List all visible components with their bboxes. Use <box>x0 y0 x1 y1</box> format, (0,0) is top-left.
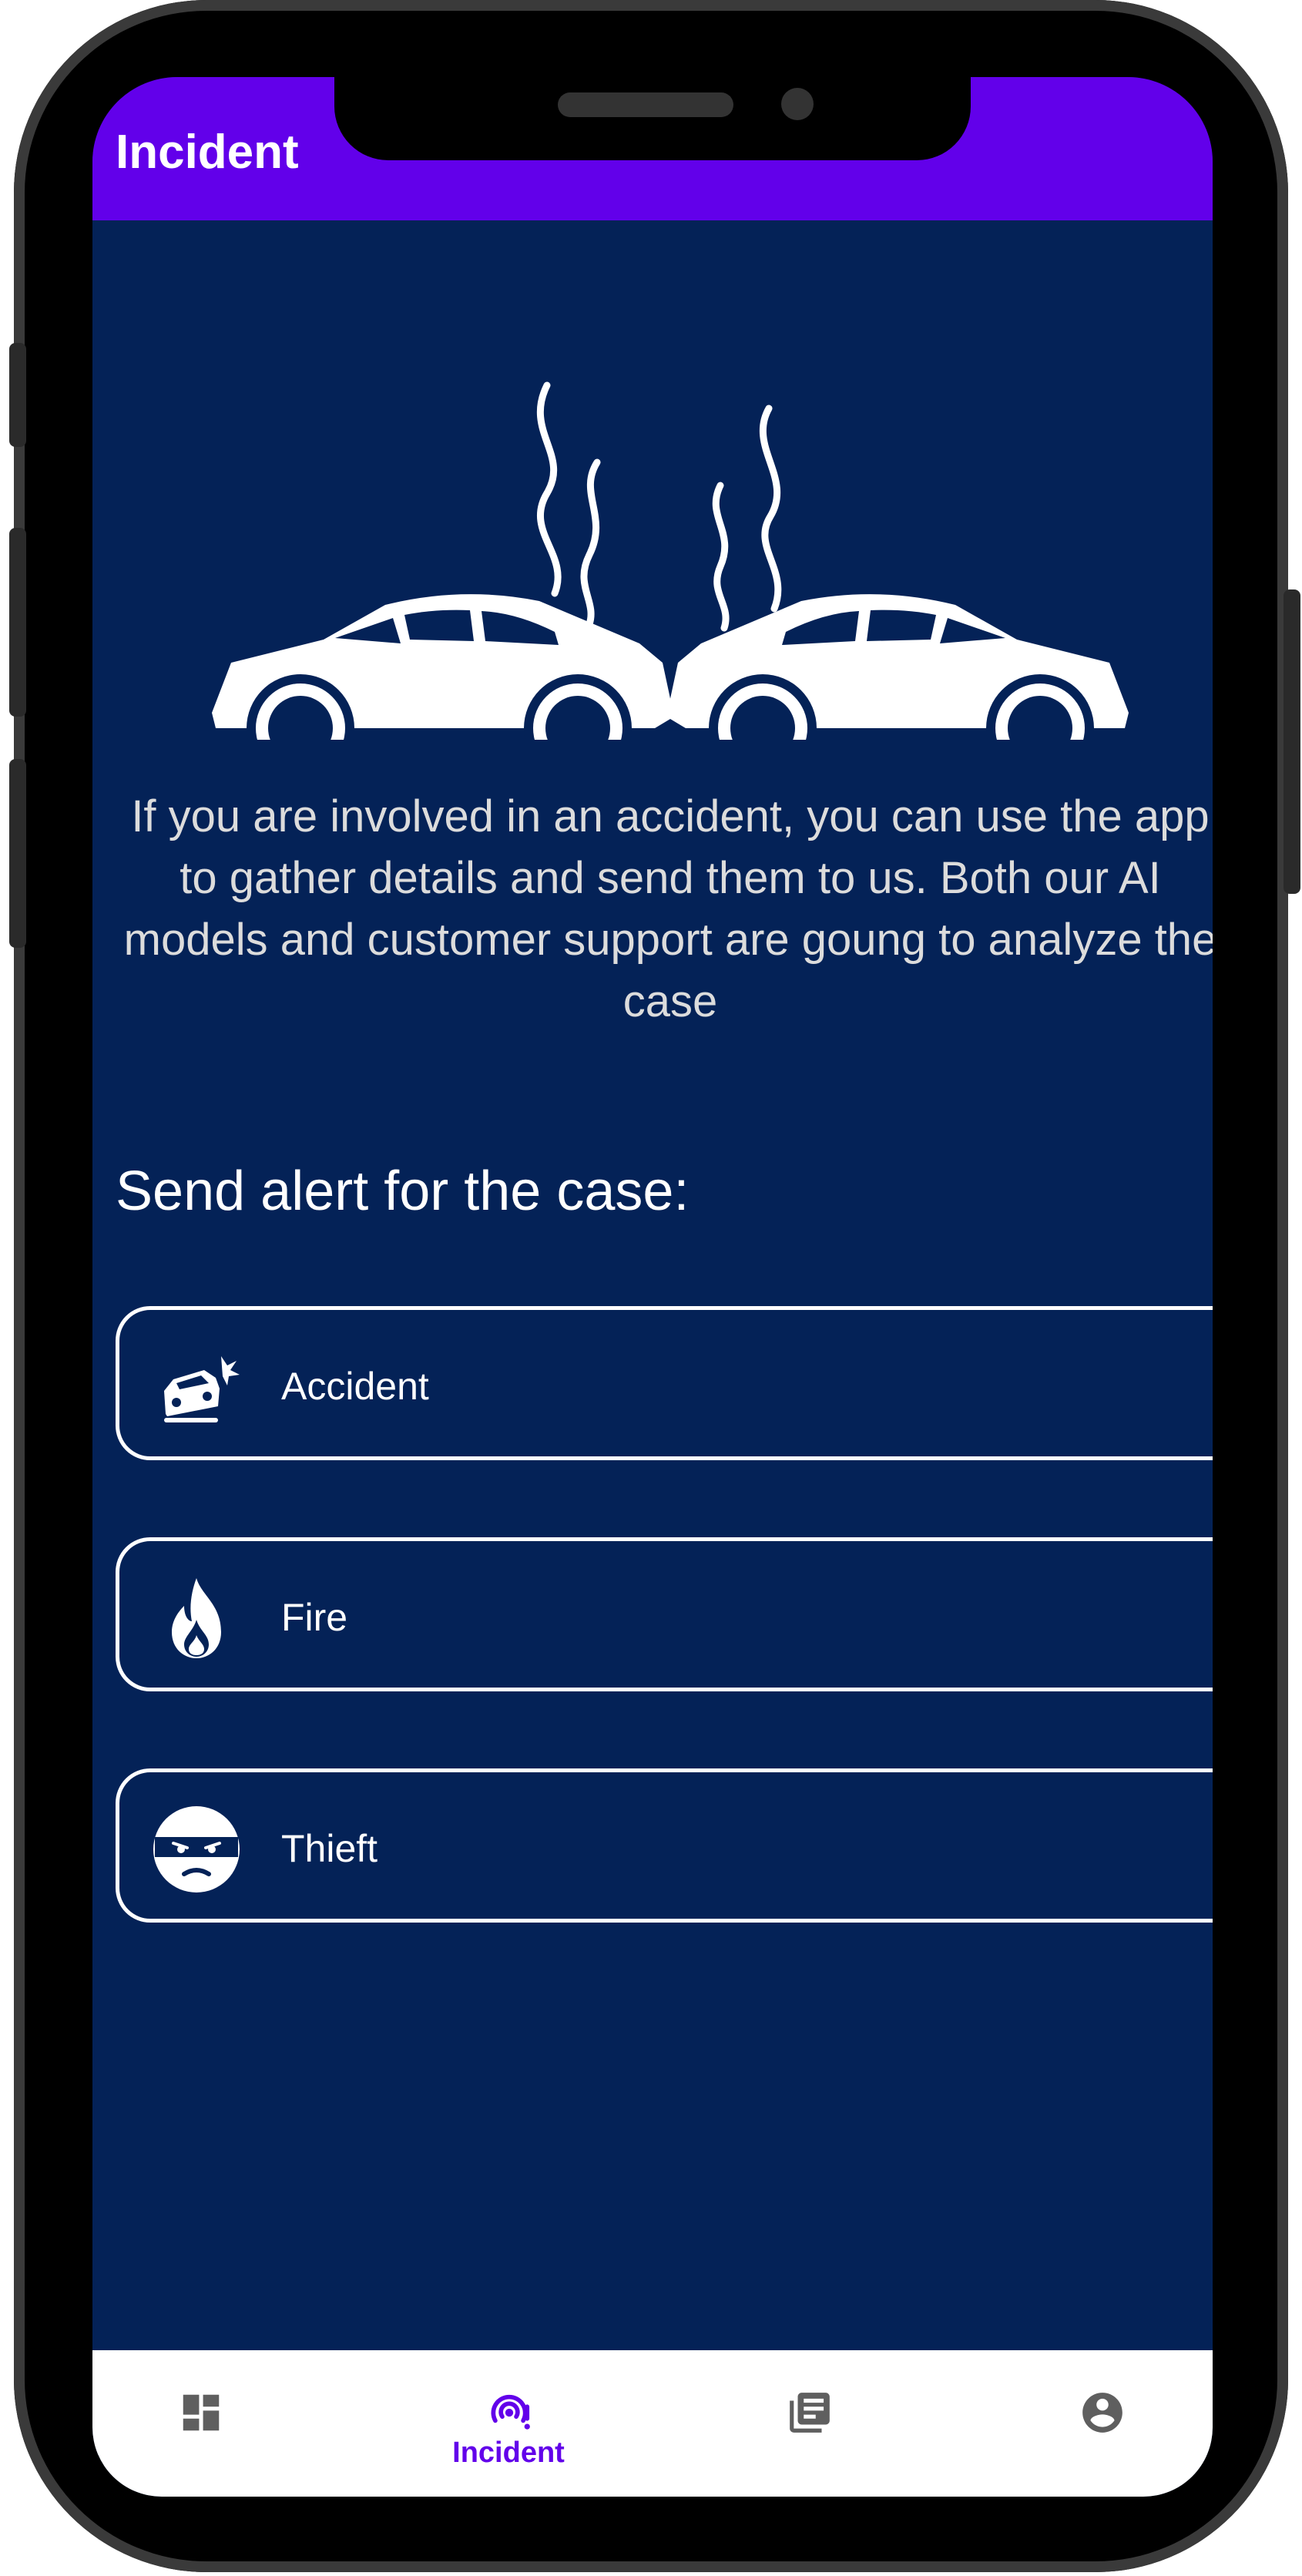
bottom-navigation: Incident <box>92 2350 1213 2497</box>
library-books-icon <box>790 2393 830 2433</box>
car-crash-icon <box>164 1356 240 1422</box>
nav-label-incident: Incident <box>452 2437 565 2469</box>
thief-label: Thieft <box>281 1827 378 1870</box>
car-crash-illustration <box>212 381 1129 740</box>
thief-option-button[interactable]: Thieft <box>116 1768 1213 1923</box>
fire-icon <box>172 1578 221 1658</box>
section-title: Send alert for the case: <box>116 1160 690 1222</box>
dashboard-icon <box>183 2394 220 2431</box>
fire-option-button[interactable]: Fire <box>116 1537 1213 1691</box>
account-icon <box>1082 2393 1122 2433</box>
mute-switch <box>9 343 26 447</box>
fire-label: Fire <box>281 1596 348 1639</box>
intro-paragraph: If you are involved in an accident, you … <box>123 791 1213 1026</box>
nav-item-dashboard[interactable] <box>92 2350 308 2497</box>
incident-alert-icon <box>491 2394 530 2430</box>
thief-icon <box>153 1806 240 1893</box>
volume-up-button <box>9 528 26 717</box>
accident-label: Accident <box>281 1365 429 1408</box>
power-button <box>1284 589 1300 894</box>
earpiece-speaker <box>558 92 733 117</box>
front-camera <box>781 88 814 120</box>
volume-down-button <box>9 759 26 948</box>
page-title: Incident <box>116 126 299 179</box>
nav-item-incident[interactable]: Incident <box>401 2350 616 2497</box>
app-screen: Incident If you are involved in an accid… <box>92 77 1213 2497</box>
nav-item-library[interactable] <box>701 2350 917 2497</box>
nav-item-profile[interactable] <box>994 2350 1210 2497</box>
accident-option-button[interactable]: Accident <box>116 1306 1213 1460</box>
phone-notch <box>334 77 971 160</box>
